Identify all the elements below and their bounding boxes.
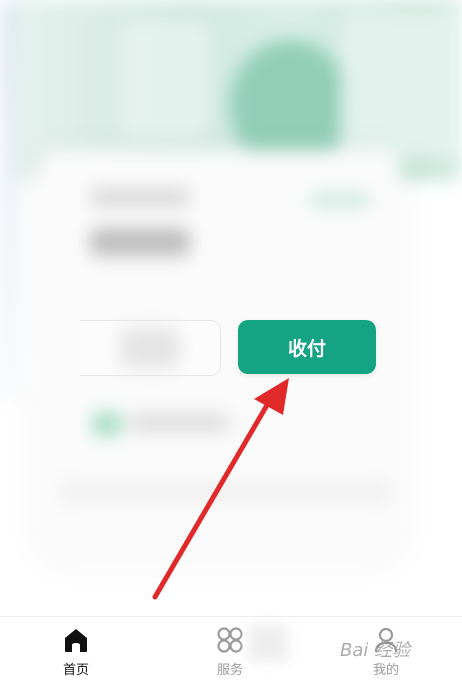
hero-shape (120, 20, 210, 140)
blurred-background (0, 0, 462, 685)
blurred-text (90, 188, 190, 206)
left-edge (0, 0, 18, 400)
grid-icon (217, 627, 243, 653)
home-icon (65, 629, 87, 652)
blurred-amount (90, 228, 190, 256)
blurred-strip (60, 480, 390, 504)
watermark: Bai 经验 (340, 640, 411, 661)
tab-home[interactable]: 首页 (36, 625, 116, 685)
blurred-icon (92, 412, 122, 436)
secondary-button-outline (80, 320, 221, 376)
pay-button[interactable]: 收付 (238, 320, 376, 374)
blurred-link (310, 192, 370, 208)
hero-shape (340, 10, 460, 160)
tab-service-label: 服务 (216, 663, 243, 678)
tab-home-label: 首页 (62, 663, 89, 678)
blurred-text (130, 414, 230, 432)
blur-patch (248, 624, 288, 662)
